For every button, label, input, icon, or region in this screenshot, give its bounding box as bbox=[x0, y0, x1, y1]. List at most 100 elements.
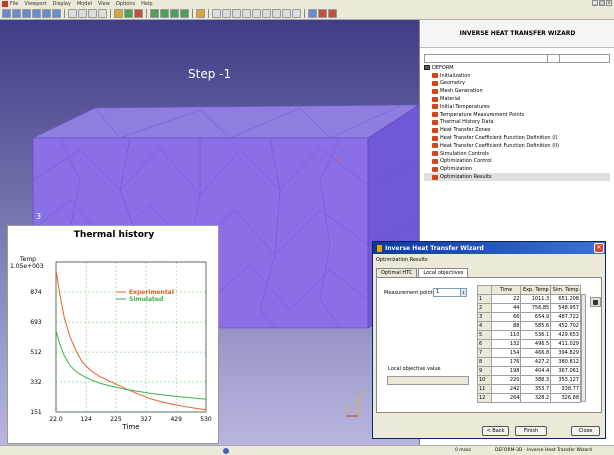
table-row[interactable]: 7 154 466.8 394.829 bbox=[477, 348, 581, 358]
close-button[interactable]: Close bbox=[571, 426, 600, 436]
table-row[interactable]: 5 110 536.1 429.653 bbox=[477, 330, 581, 340]
table-row[interactable]: 12 264 328.2 326.88 bbox=[477, 393, 581, 403]
cube-view-4-icon[interactable] bbox=[180, 9, 189, 18]
tree-item[interactable]: Simulation Controls bbox=[424, 150, 610, 158]
spinner-arrows-icon[interactable]: ⇕ bbox=[460, 289, 466, 296]
view-bottom-icon[interactable] bbox=[52, 9, 61, 18]
cube-view-2-icon[interactable] bbox=[160, 9, 169, 18]
table-action-button[interactable] bbox=[590, 297, 601, 307]
toolbar-separator bbox=[192, 9, 193, 18]
finish-button[interactable]: Finish bbox=[515, 426, 547, 436]
menu-model[interactable]: Model bbox=[77, 1, 92, 7]
status-time: 0 msec bbox=[455, 448, 472, 453]
save-icon[interactable] bbox=[68, 9, 77, 18]
tree-item[interactable]: Thermal History Data bbox=[424, 119, 610, 127]
tree-item[interactable]: Temperature Measurement Points bbox=[424, 111, 610, 119]
pause-icon[interactable] bbox=[328, 9, 337, 18]
print-icon[interactable] bbox=[78, 9, 87, 18]
table-cell: 353.127 bbox=[550, 375, 581, 385]
table-row[interactable]: 8 176 427.2 380.812 bbox=[477, 357, 581, 367]
menu-display[interactable]: Display bbox=[53, 1, 71, 7]
tree-item[interactable]: Heat Transfer Coefficient Function Defin… bbox=[424, 134, 610, 142]
view-left-icon[interactable] bbox=[22, 9, 31, 18]
tree-item[interactable]: Optimization Control bbox=[424, 158, 610, 166]
close-window-button[interactable]: × bbox=[606, 0, 612, 6]
pan-icon[interactable] bbox=[232, 9, 241, 18]
menu-view[interactable]: View bbox=[98, 1, 110, 7]
transform-icon[interactable] bbox=[124, 9, 133, 18]
tree-item[interactable]: Material bbox=[424, 95, 610, 103]
wizard-step-icon bbox=[432, 151, 438, 157]
fit-view-icon[interactable] bbox=[292, 9, 301, 18]
tab-optimal-htc[interactable]: Optimal HTC bbox=[376, 268, 418, 277]
zoom-icon[interactable] bbox=[242, 9, 251, 18]
scissors-icon[interactable] bbox=[114, 9, 123, 18]
tree-item[interactable]: Initialization bbox=[424, 72, 610, 80]
table-row[interactable]: 11 242 353.7 338.77 bbox=[477, 384, 581, 394]
table-cell: 585.6 bbox=[520, 321, 552, 331]
tab-local-objectives[interactable]: Local objectives bbox=[418, 268, 469, 277]
minimize-button[interactable]: _ bbox=[592, 0, 598, 6]
menu-viewport[interactable]: Viewport bbox=[24, 1, 46, 7]
tree-item[interactable]: Heat Transfer Zones bbox=[424, 126, 610, 134]
folder-icon[interactable] bbox=[196, 9, 205, 18]
table-scrollbar[interactable] bbox=[581, 294, 586, 402]
view-top-icon[interactable] bbox=[42, 9, 51, 18]
tree-item-label: Heat Transfer Zones bbox=[440, 127, 491, 134]
tree-root-label: DEFORM bbox=[432, 64, 454, 71]
tree-item[interactable]: Optimization Results bbox=[424, 173, 610, 181]
wizard-step-icon bbox=[432, 80, 438, 86]
tree-item[interactable]: Heat Transfer Coefficient Function Defin… bbox=[424, 142, 610, 150]
menu-file[interactable]: File bbox=[10, 1, 18, 7]
table-cell: 220 bbox=[490, 375, 522, 385]
graphics-viewport[interactable]: 1 Step -1 3 z x Thermal history 22.0 124 2… bbox=[0, 20, 419, 445]
rotate-z-icon[interactable] bbox=[282, 9, 291, 18]
x-tick-label: 530 bbox=[200, 416, 212, 423]
undo-icon[interactable] bbox=[134, 9, 143, 18]
view-front-icon[interactable] bbox=[2, 9, 11, 18]
table-row[interactable]: 2 44 756.85 548.957 bbox=[477, 303, 581, 313]
back-button[interactable]: < Back bbox=[482, 426, 509, 436]
measure-icon[interactable] bbox=[212, 9, 221, 18]
table-cell: 338.77 bbox=[550, 384, 581, 394]
mesh-point-marker: 1 bbox=[336, 156, 340, 164]
rotate-y-icon[interactable] bbox=[272, 9, 281, 18]
table-row[interactable]: 3 66 654.9 487.722 bbox=[477, 312, 581, 322]
cube-view-1-icon[interactable] bbox=[150, 9, 159, 18]
inverse-heat-transfer-dialog: Inverse Heat Transfer Wizard ✕ Optimizat… bbox=[372, 241, 606, 439]
status-app: DEFORM-3D - Inverse Heat Transfer Wizard bbox=[495, 448, 592, 453]
view-back-icon[interactable] bbox=[12, 9, 21, 18]
rotate-x-icon[interactable] bbox=[262, 9, 271, 18]
menu-options[interactable]: Options bbox=[116, 1, 135, 7]
pointer-icon[interactable] bbox=[222, 9, 231, 18]
wizard-step-icon bbox=[432, 135, 438, 141]
table-cell: 411.029 bbox=[550, 339, 581, 349]
view-right-icon[interactable] bbox=[32, 9, 41, 18]
camera-icon[interactable] bbox=[88, 9, 97, 18]
table-row[interactable]: 10 220 388.3 353.127 bbox=[477, 375, 581, 385]
table-row[interactable]: 1 22 1011.3 651.208 bbox=[477, 294, 581, 304]
table-row[interactable]: 6 132 496.5 411.029 bbox=[477, 339, 581, 349]
tree-item[interactable]: Geometry bbox=[424, 80, 610, 88]
snapshot-icon[interactable] bbox=[98, 9, 107, 18]
dialog-close-icon[interactable]: ✕ bbox=[594, 243, 604, 253]
help-pointer-icon[interactable] bbox=[308, 9, 317, 18]
tree-item[interactable]: Mesh Generation bbox=[424, 87, 610, 95]
stop-icon[interactable] bbox=[318, 9, 327, 18]
zoom-box-icon[interactable] bbox=[252, 9, 261, 18]
maximize-button[interactable]: □ bbox=[599, 0, 605, 6]
tree-item[interactable]: Optimization bbox=[424, 165, 610, 173]
measurement-point-spinner[interactable]: 1 ⇕ bbox=[433, 288, 467, 297]
dialog-titlebar: Inverse Heat Transfer Wizard ✕ bbox=[373, 242, 605, 254]
table-row[interactable]: 9 198 404.4 367.061 bbox=[477, 366, 581, 376]
tree-item-label: Temperature Measurement Points bbox=[440, 111, 525, 118]
tree-root[interactable]: DEFORM bbox=[424, 64, 610, 72]
cube-view-3-icon[interactable] bbox=[170, 9, 179, 18]
info-icon[interactable] bbox=[223, 448, 229, 454]
menu-help[interactable]: Help bbox=[141, 1, 152, 7]
export-icon bbox=[593, 300, 598, 305]
tree-item[interactable]: Initial Temperatures bbox=[424, 103, 610, 111]
row-number-cell: 2 bbox=[477, 303, 492, 313]
table-row[interactable]: 4 88 585.6 452.702 bbox=[477, 321, 581, 331]
chart-plot: 22.0 124 225 327 429 530 874 693 512 332 151 Time Te… bbox=[10, 256, 212, 431]
